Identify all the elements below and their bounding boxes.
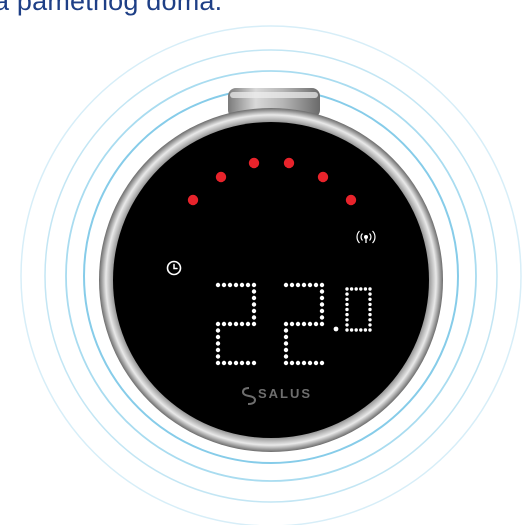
thermostat-illustration: SALUS [20,25,522,525]
level-dot [187,194,199,206]
level-dot [215,171,227,183]
level-dot [345,194,357,206]
level-dot [248,157,260,169]
page-canvas: a pametnog doma. SALUS [0,0,523,525]
decimal-point [333,326,339,332]
brand-name: SALUS [258,386,312,401]
level-dot [283,157,295,169]
level-dot [317,171,329,183]
